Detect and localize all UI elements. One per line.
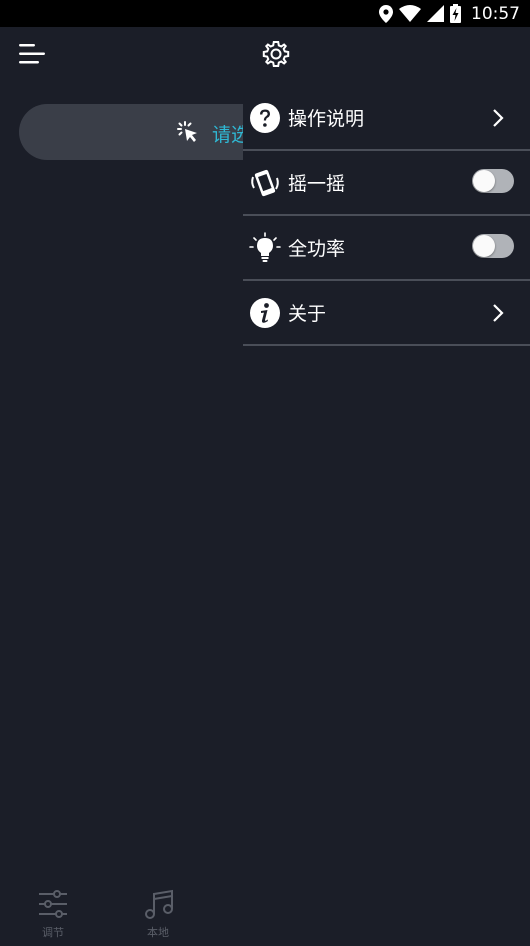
signal-icon	[427, 5, 444, 22]
drawer-item-about[interactable]: 关于	[243, 281, 530, 346]
settings-drawer: 操作说明 摇一摇 全功率 关于	[243, 86, 530, 346]
shake-toggle[interactable]	[472, 169, 514, 193]
toggle-knob	[473, 170, 495, 192]
nav-tab-label: 本地	[147, 926, 169, 939]
full-power-toggle[interactable]	[472, 234, 514, 258]
chevron-right-icon	[493, 304, 504, 322]
drawer-item-label: 操作说明	[288, 108, 365, 130]
music-note-icon	[145, 889, 173, 919]
wifi-icon	[399, 5, 421, 22]
select-device-button[interactable]: 请选择设备	[19, 104, 243, 160]
drawer-item-label: 全功率	[288, 238, 346, 260]
settings-button[interactable]	[262, 40, 290, 68]
drawer-item-shake[interactable]: 摇一摇	[243, 151, 530, 216]
status-bar: 10:57	[0, 0, 530, 27]
chevron-right-icon	[493, 109, 504, 127]
nav-tab-adjust[interactable]: 调节	[23, 888, 83, 940]
shake-phone-icon	[251, 169, 279, 197]
sliders-icon	[39, 890, 67, 918]
gear-icon	[262, 41, 290, 67]
status-time: 10:57	[471, 3, 520, 24]
bottom-nav: 调节 本地	[0, 880, 243, 946]
location-icon	[379, 4, 393, 23]
toggle-knob	[473, 235, 495, 257]
drawer-item-full-power[interactable]: 全功率	[243, 216, 530, 281]
drawer-item-instructions[interactable]: 操作说明	[243, 86, 530, 151]
help-icon	[250, 103, 280, 133]
menu-icon	[19, 44, 45, 64]
info-icon	[250, 298, 280, 328]
nav-tab-local[interactable]: 本地	[128, 888, 188, 940]
select-device-label: 请选择设备	[212, 124, 243, 146]
lightbulb-icon	[249, 232, 281, 262]
battery-charging-icon	[450, 4, 461, 23]
drawer-item-label: 关于	[288, 303, 327, 325]
drawer-item-label: 摇一摇	[288, 173, 346, 195]
click-icon	[177, 121, 197, 142]
menu-button[interactable]	[18, 42, 46, 66]
nav-tab-label: 调节	[42, 926, 64, 939]
